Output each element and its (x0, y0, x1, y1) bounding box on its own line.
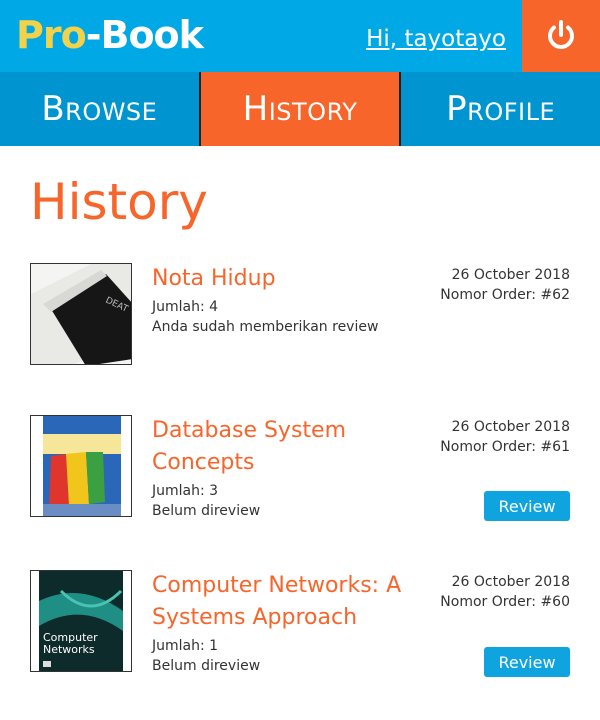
review-button[interactable]: Review (484, 647, 570, 677)
order-review-status: Anda sudah memberikan review (152, 319, 379, 335)
order-item: Database System Concepts Jumlah: 3 Belum… (30, 415, 570, 521)
logout-button[interactable] (522, 0, 600, 72)
main-nav: Browse History Profile (0, 72, 600, 146)
svg-text:Networks: Networks (43, 643, 95, 656)
top-bar: Pro-Book Hi, tayotayo (0, 0, 600, 72)
order-book-title[interactable]: Nota Hidup (152, 263, 412, 295)
order-item: Computer Networks Computer Networks: A S… (30, 570, 570, 677)
order-book-title[interactable]: Database System Concepts (152, 415, 412, 479)
nav-tab-profile[interactable]: Profile (401, 72, 600, 146)
nav-tab-browse[interactable]: Browse (0, 72, 199, 146)
order-number: Nomor Order: #61 (440, 439, 570, 455)
order-book-title[interactable]: Computer Networks: A Systems Approach (152, 570, 412, 634)
order-number: Nomor Order: #60 (440, 594, 570, 610)
page-title: History (30, 173, 208, 231)
power-icon (548, 20, 574, 49)
book-cover-image: Computer Networks (30, 570, 132, 672)
order-date: 26 October 2018 (451, 419, 570, 435)
review-button[interactable]: Review (484, 491, 570, 521)
order-item: DEAT Nota Hidup Jumlah: 4 Anda sudah mem… (30, 263, 570, 365)
book-cover-image (30, 415, 132, 517)
order-number: Nomor Order: #62 (440, 287, 570, 303)
app-logo[interactable]: Pro-Book (16, 12, 204, 58)
order-review-status: Belum direview (152, 503, 261, 519)
user-greeting-link[interactable]: Hi, tayotayo (366, 24, 506, 54)
nav-tab-history[interactable]: History (198, 72, 402, 146)
logo-book-text: Book (100, 13, 203, 57)
order-quantity: Jumlah: 3 (152, 483, 219, 499)
order-date: 26 October 2018 (451, 267, 570, 283)
order-quantity: Jumlah: 4 (152, 299, 219, 315)
order-date: 26 October 2018 (451, 574, 570, 590)
book-cover-image: DEAT (30, 263, 132, 365)
logo-pro-text: Pro (16, 13, 87, 57)
logo-dash-text: - (85, 13, 102, 57)
order-quantity: Jumlah: 1 (152, 638, 219, 654)
order-review-status: Belum direview (152, 658, 261, 674)
